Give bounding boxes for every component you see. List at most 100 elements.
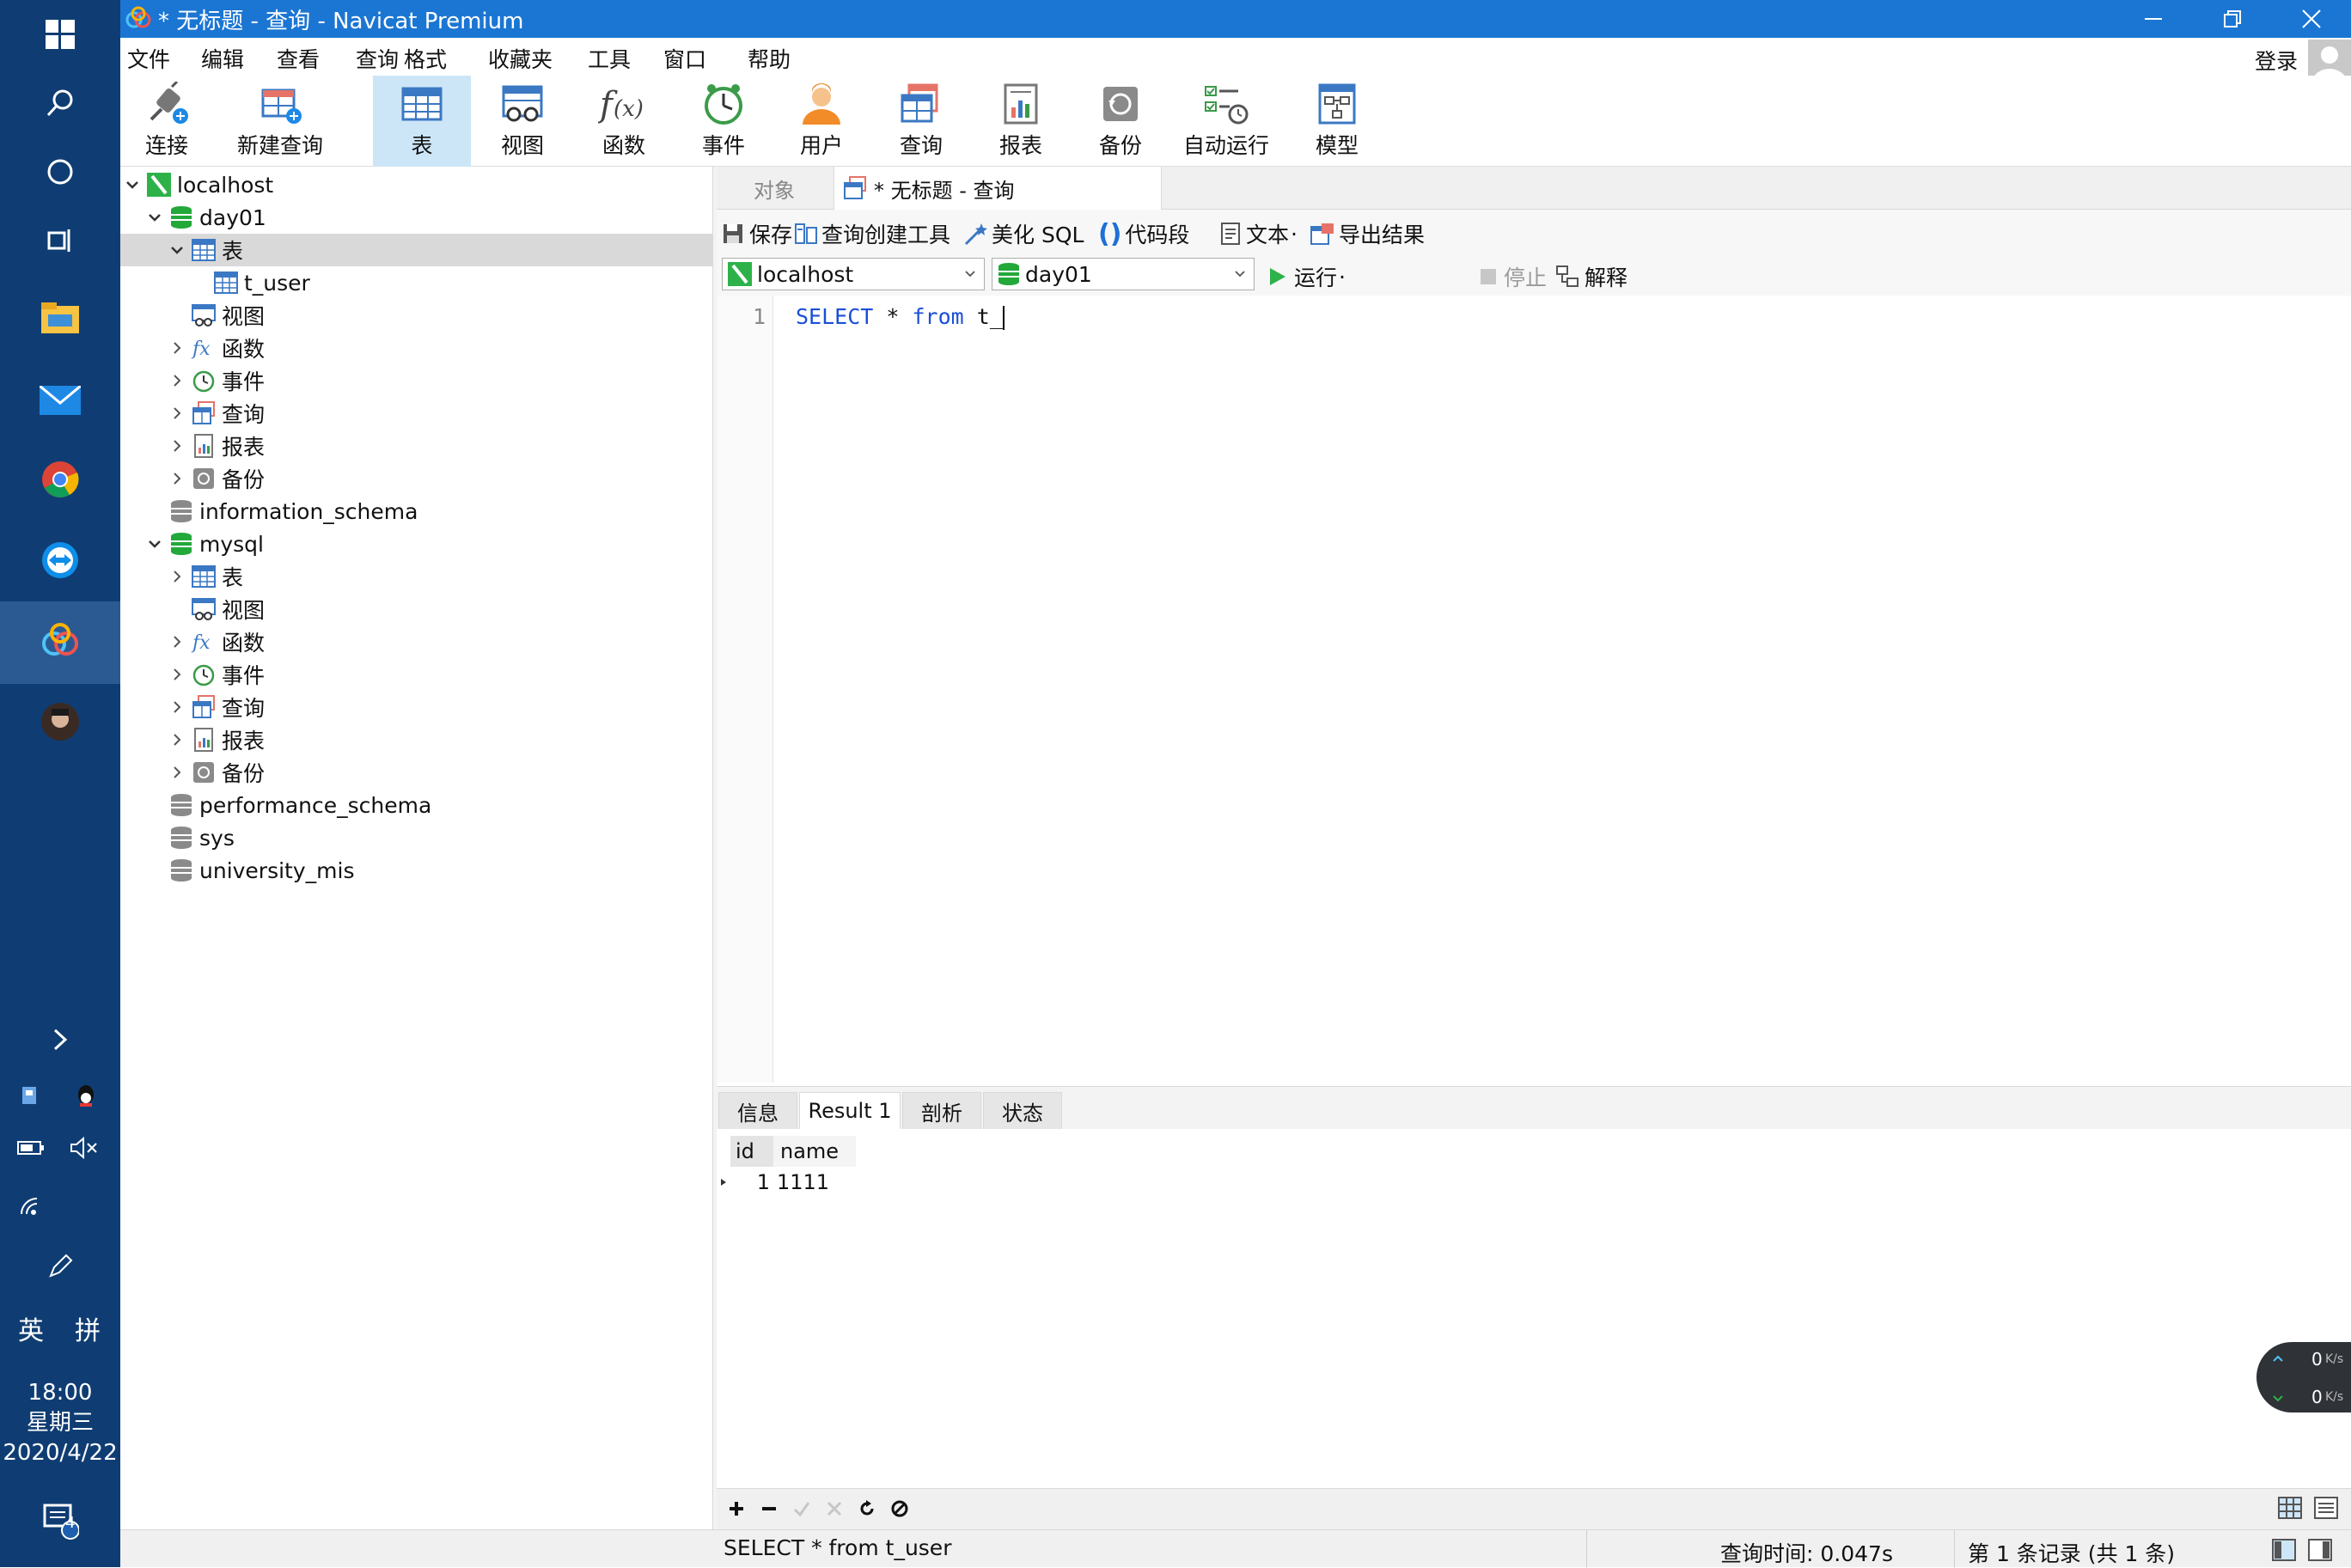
tree-node-localhost[interactable]: localhost: [120, 168, 713, 201]
cortana-icon[interactable]: [0, 137, 120, 206]
chevron-right-icon[interactable]: [168, 764, 186, 781]
toolbar-model-button[interactable]: 模型: [1294, 76, 1380, 167]
toolbar-view-button[interactable]: 视图: [479, 76, 565, 167]
toolbar-user-button[interactable]: 用户: [779, 76, 864, 167]
chevron-right-icon[interactable]: [168, 568, 186, 585]
task-view-icon[interactable]: [0, 206, 120, 275]
pen-icon[interactable]: [0, 1232, 120, 1301]
tree-node-queries[interactable]: 查询: [120, 691, 713, 723]
teamviewer-icon[interactable]: [0, 526, 120, 595]
close-button[interactable]: [2272, 0, 2351, 38]
windows-start-icon[interactable]: [0, 0, 120, 69]
menu-window[interactable]: 窗口: [663, 43, 706, 74]
tree-node-mysql[interactable]: mysql: [120, 528, 713, 560]
cell-name[interactable]: 1111: [773, 1167, 856, 1198]
navicat-taskbar-icon[interactable]: [0, 601, 120, 684]
minimize-button[interactable]: [2114, 0, 2193, 38]
sql-code-line[interactable]: SELECT * from t_: [796, 304, 1005, 330]
chevron-right-icon[interactable]: [168, 666, 186, 683]
text-button[interactable]: 文本 ·: [1220, 218, 1298, 249]
toolbar-table-button[interactable]: 表: [373, 76, 471, 167]
file-explorer-icon[interactable]: [0, 284, 120, 352]
tree-node-sys[interactable]: sys: [120, 821, 713, 854]
tab-objects[interactable]: 对象: [717, 167, 832, 210]
tree-node-functions[interactable]: fx 函数: [120, 332, 713, 364]
discard-icon[interactable]: [825, 1499, 844, 1518]
chevron-right-icon[interactable]: [168, 437, 186, 455]
toolbar-query-button[interactable]: 查询: [878, 76, 964, 167]
search-icon[interactable]: [0, 69, 120, 137]
column-header-name[interactable]: name: [773, 1136, 856, 1167]
tree-node-functions[interactable]: fx 函数: [120, 625, 713, 658]
tree-node-tables[interactable]: 表: [120, 234, 713, 266]
tree-node-university-mis[interactable]: university_mis: [120, 854, 713, 887]
tree-node-views[interactable]: 视图: [120, 299, 713, 332]
chevron-right-icon[interactable]: [168, 731, 186, 748]
chevron-right-icon[interactable]: [168, 470, 186, 487]
tree-node-events[interactable]: 事件: [120, 658, 713, 691]
tree-node-backups[interactable]: 备份: [120, 462, 713, 495]
tab-query[interactable]: * 无标题 - 查询: [834, 167, 1162, 210]
tab-profile[interactable]: 剖析: [902, 1092, 981, 1130]
menu-edit[interactable]: 编辑: [201, 43, 244, 74]
menu-help[interactable]: 帮助: [748, 43, 791, 74]
login-link[interactable]: 登录: [2255, 45, 2298, 76]
toolbar-automation-button[interactable]: 自动运行: [1172, 76, 1280, 167]
tree-node-events[interactable]: 事件: [120, 364, 713, 397]
system-clock[interactable]: 18:00 星期三 2020/4/22: [0, 1378, 120, 1468]
tree-node-views[interactable]: 视图: [120, 593, 713, 625]
chevron-right-icon[interactable]: [168, 699, 186, 716]
tab-message[interactable]: 信息: [718, 1092, 797, 1130]
menu-tools[interactable]: 工具: [588, 43, 631, 74]
form-view-icon[interactable]: [2313, 1496, 2339, 1520]
tree-node-reports[interactable]: 报表: [120, 723, 713, 756]
tree-node-t-user[interactable]: t_user: [120, 266, 713, 299]
tab-result-1[interactable]: Result 1: [799, 1092, 901, 1130]
toolbar-backup-button[interactable]: 备份: [1078, 76, 1163, 167]
cell-id[interactable]: 1: [730, 1167, 773, 1198]
restore-button[interactable]: [2193, 0, 2272, 38]
notification-center-icon[interactable]: 4: [0, 1486, 120, 1555]
query-builder-button[interactable]: 查询创建工具: [794, 218, 950, 249]
tree-node-backups[interactable]: 备份: [120, 756, 713, 789]
network-monitor-widget[interactable]: 0 K/s 0 K/s 54 %: [2256, 1321, 2351, 1430]
menu-favorites[interactable]: 收藏夹: [488, 43, 553, 74]
apply-icon[interactable]: [792, 1499, 811, 1518]
toolbar-connection-button[interactable]: 连接: [125, 76, 208, 167]
grid-view-icon[interactable]: [2277, 1496, 2303, 1520]
layout-left-panel-icon[interactable]: [2272, 1539, 2296, 1561]
tree-node-day01[interactable]: day01: [120, 201, 713, 234]
user-app-icon[interactable]: [0, 687, 120, 756]
beautify-sql-button[interactable]: 美化 SQL: [962, 218, 1084, 249]
chevron-down-icon[interactable]: [124, 176, 141, 193]
chevron-down-icon[interactable]: [146, 209, 163, 226]
chevron-down-icon[interactable]: [146, 535, 163, 552]
chevron-right-icon[interactable]: [168, 372, 186, 389]
toolbar-event-button[interactable]: 事件: [681, 76, 766, 167]
toolbar-function-button[interactable]: f (x) 函数: [581, 76, 667, 167]
stop-button[interactable]: 停止: [1480, 261, 1547, 292]
tab-status[interactable]: 状态: [983, 1092, 1062, 1130]
tree-node-reports[interactable]: 报表: [120, 430, 713, 462]
tree-node-performance-schema[interactable]: performance_schema: [120, 789, 713, 821]
wifi-icon[interactable]: [0, 1172, 91, 1241]
export-result-button[interactable]: 导出结果: [1310, 218, 1425, 249]
stop-icon[interactable]: [890, 1499, 909, 1518]
chevron-right-icon[interactable]: [168, 633, 186, 650]
chevron-right-icon[interactable]: [168, 339, 186, 357]
code-snippet-button[interactable]: () 代码段: [1098, 218, 1189, 249]
save-button[interactable]: 保存: [722, 218, 792, 249]
sql-editor[interactable]: 1 SELECT * from t_: [717, 296, 2351, 1083]
toolbar-new-query-button[interactable]: 新建查询: [232, 76, 328, 167]
explain-button[interactable]: 解释: [1555, 261, 1627, 292]
connection-select[interactable]: localhost: [722, 258, 985, 290]
menu-file[interactable]: 文件: [127, 43, 170, 74]
mail-icon[interactable]: [0, 366, 120, 435]
tree-node-tables[interactable]: 表: [120, 560, 713, 593]
toolbar-report-button[interactable]: 报表: [978, 76, 1064, 167]
chevron-down-icon[interactable]: [168, 241, 186, 259]
menu-format[interactable]: 格式: [404, 43, 447, 74]
menu-view[interactable]: 查看: [277, 43, 320, 74]
tree-node-information-schema[interactable]: information_schema: [120, 495, 713, 528]
tree-node-queries[interactable]: 查询: [120, 397, 713, 430]
